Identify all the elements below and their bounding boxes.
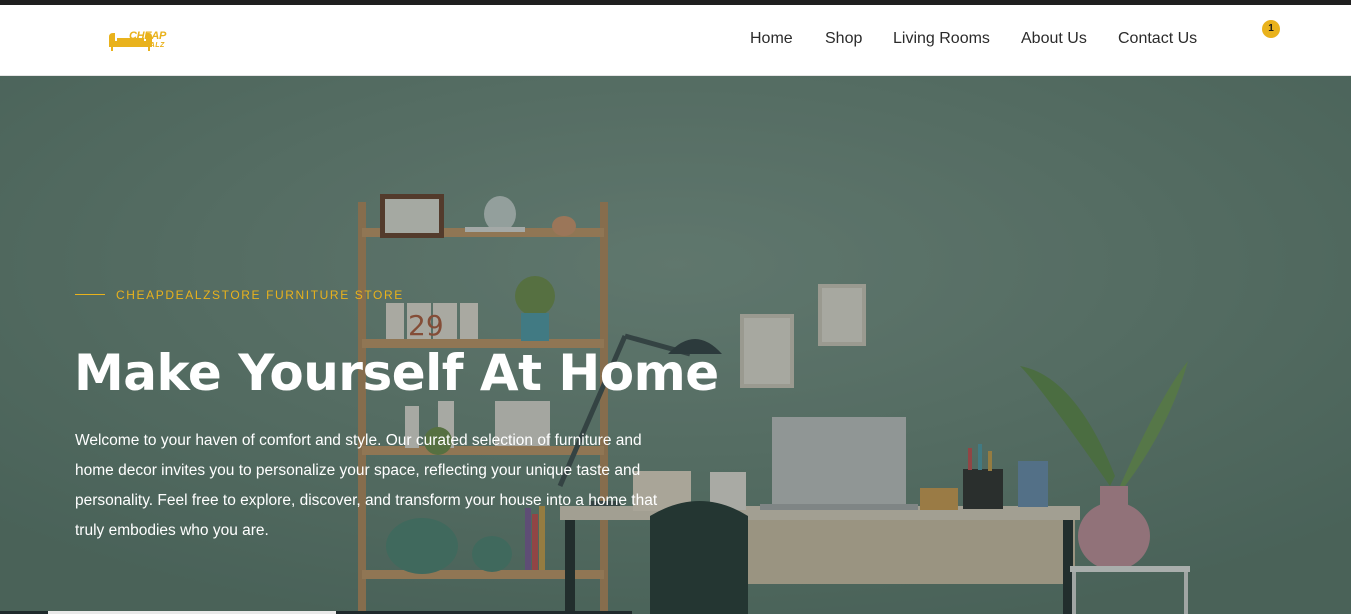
- eyebrow-divider: [75, 294, 105, 295]
- hero-section: 29 CHEAPDEALZSTORE FURNITURE STORE Make …: [0, 76, 1351, 614]
- hero-eyebrow: CHEAPDEALZSTORE FURNITURE STORE: [116, 288, 404, 302]
- nav-home[interactable]: Home: [750, 30, 793, 48]
- nav-shop[interactable]: Shop: [825, 30, 862, 48]
- nav-contact-us[interactable]: Contact Us: [1118, 30, 1197, 48]
- nav-about-us[interactable]: About Us: [1021, 30, 1087, 48]
- brand-logo[interactable]: CHEAP DEALZ: [106, 28, 186, 54]
- hero-description: Welcome to your haven of comfort and sty…: [75, 432, 658, 539]
- nav-living-rooms[interactable]: Living Rooms: [893, 30, 990, 48]
- cart-count-badge: 1: [1262, 20, 1280, 38]
- hero-title: Make Yourself At Home: [74, 344, 719, 402]
- logo-text-cheap: CHEAP: [129, 30, 167, 42]
- site-header: CHEAP DEALZ Home Shop Living Rooms About…: [0, 5, 1351, 76]
- logo-text-dealz: DEALZ: [139, 42, 165, 49]
